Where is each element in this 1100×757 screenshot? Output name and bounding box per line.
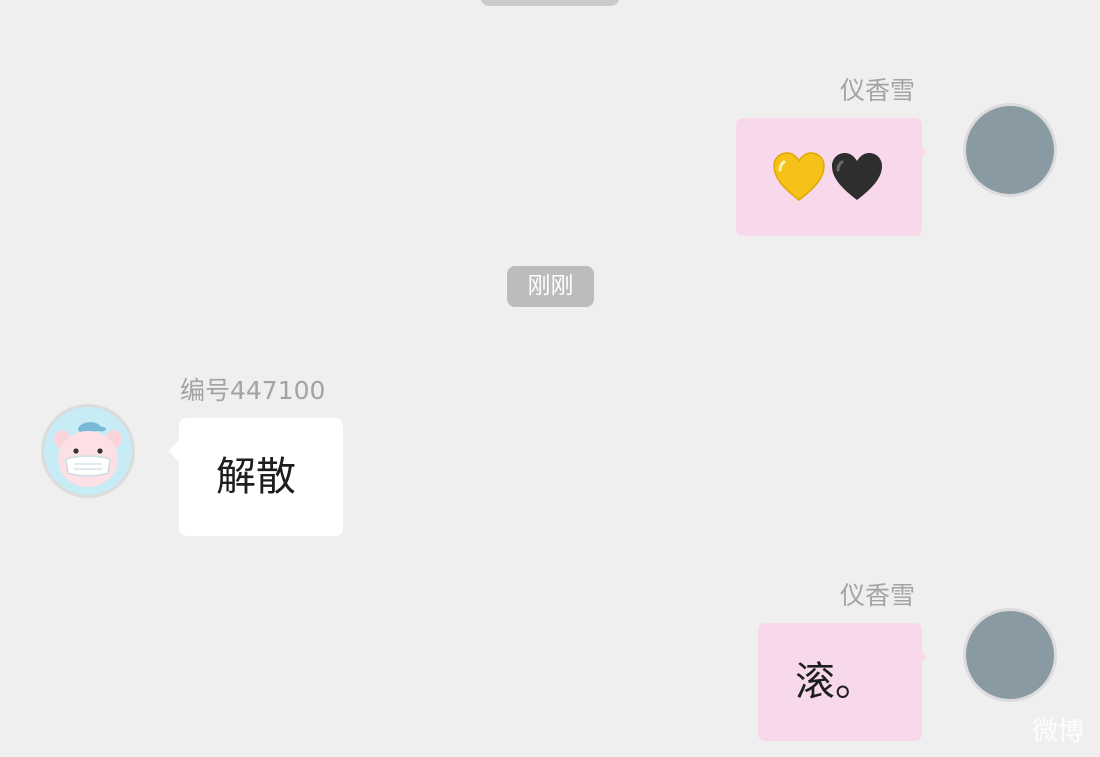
sender-name: 仪香雪 — [840, 76, 916, 105]
timestamp-pill: 刚刚 — [507, 266, 594, 307]
heart-emojis — [772, 152, 884, 202]
message-bubble[interactable] — [736, 118, 922, 236]
pig-icon — [54, 422, 122, 487]
yellow-heart-icon — [773, 152, 825, 201]
top-timestamp-pill — [480, 0, 620, 6]
message-bubble[interactable]: 滚。 — [758, 623, 922, 741]
message-text: 滚。 — [795, 659, 875, 705]
sender-name: 仪香雪 — [840, 581, 916, 610]
gray-avatar[interactable] — [963, 608, 1057, 702]
pig-with-mask-avatar[interactable] — [41, 404, 135, 498]
black-heart-icon — [832, 153, 882, 200]
watermark: 微博 — [1031, 717, 1084, 747]
gray-avatar[interactable] — [963, 103, 1057, 197]
message-bubble[interactable]: 解散 — [179, 418, 343, 536]
sender-name: 编号447100 — [180, 376, 326, 405]
message-text: 解散 — [216, 454, 296, 500]
